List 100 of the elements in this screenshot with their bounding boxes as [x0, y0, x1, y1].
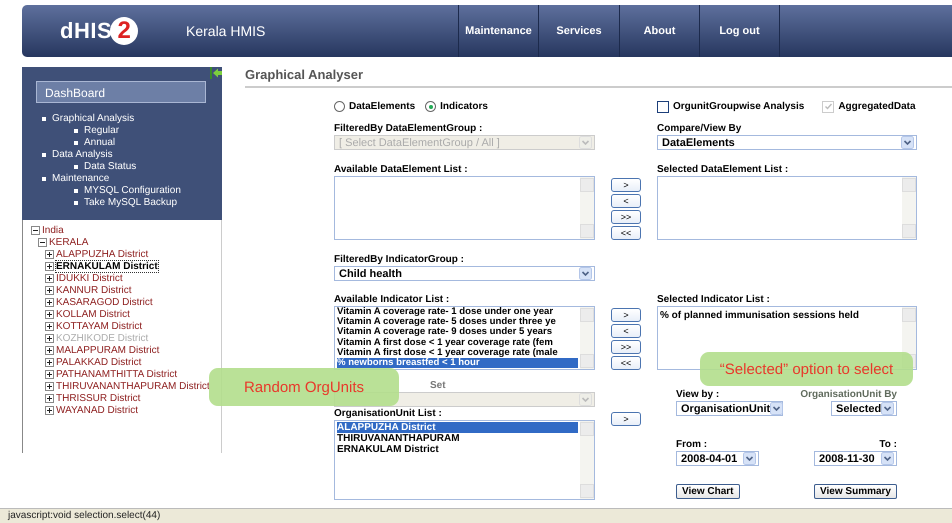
- view-chart-button[interactable]: View Chart: [676, 484, 740, 499]
- tree-item[interactable]: KOLLAM District: [56, 308, 130, 320]
- expand-icon[interactable]: [45, 286, 54, 294]
- tree-item[interactable]: India: [42, 224, 64, 236]
- radio-button[interactable]: [425, 101, 436, 112]
- tree-item[interactable]: PALAKKAD District: [56, 356, 142, 368]
- move-button[interactable]: <<: [611, 226, 641, 240]
- list-item[interactable]: Vitamin A coverage rate- 5 doses under three ye: [337, 317, 578, 328]
- add-button[interactable]: >: [611, 412, 641, 426]
- tree-item[interactable]: KOTTAYAM District: [56, 320, 142, 332]
- tree-item[interactable]: KERALA: [49, 236, 88, 248]
- list-item[interactable]: Vitamin A first dose < 1 year coverage rate (male: [337, 348, 578, 358]
- menu-link[interactable]: Annual: [84, 137, 116, 149]
- list-item[interactable]: % newborns breastfed < 1 hour: [337, 358, 578, 368]
- logo[interactable]: dHIS 2: [60, 17, 150, 45]
- dropdown[interactable]: 2008-04-01: [676, 451, 759, 466]
- collapse-icon[interactable]: [38, 238, 47, 246]
- nav-link[interactable]: About: [619, 5, 699, 57]
- dropdown-caret-icon: [901, 136, 914, 149]
- dashboard-title[interactable]: DashBoard: [36, 81, 206, 103]
- nav-link[interactable]: Services: [538, 5, 619, 57]
- expand-icon[interactable]: [45, 250, 54, 258]
- tree-item[interactable]: WAYANAD District: [56, 404, 138, 416]
- dropdown[interactable]: Child health: [334, 266, 595, 281]
- list-box[interactable]: [334, 306, 595, 370]
- list-item[interactable]: % of planned immunisation sessions held: [660, 310, 900, 321]
- move-button[interactable]: >>: [611, 340, 641, 354]
- dropdown[interactable]: DataElements: [657, 135, 917, 150]
- move-button[interactable]: >: [611, 178, 641, 192]
- radio-button[interactable]: [334, 101, 345, 112]
- list-item[interactable]: THIRUVANANTHAPURAM: [337, 433, 578, 444]
- menu-link[interactable]: Maintenance: [52, 173, 110, 185]
- field-label: Available Indicator List :: [334, 293, 450, 306]
- tree-item[interactable]: PATHANAMTHITTA District: [56, 368, 178, 380]
- menu-link[interactable]: MYSQL Configuration: [84, 185, 181, 197]
- tree-item[interactable]: KASARAGOD District: [56, 296, 153, 308]
- collapse-icon[interactable]: [31, 226, 40, 234]
- dropdown-caret-icon: [579, 136, 592, 149]
- scrollbar[interactable]: [902, 177, 916, 239]
- scrollbar[interactable]: [580, 307, 594, 369]
- tree-item[interactable]: THIRUVANANTHAPURAM District: [56, 380, 210, 392]
- tree-item[interactable]: MALAPPURAM District: [56, 344, 160, 356]
- callout-tooltip: Random OrgUnits: [209, 368, 399, 406]
- list-item[interactable]: Vitamin A coverage rate- 1 dose under one year: [337, 307, 578, 318]
- status-text: javascript:void selection.select(44): [8, 510, 160, 521]
- dropdown[interactable]: Selected: [831, 401, 897, 416]
- expand-icon[interactable]: [45, 370, 54, 378]
- field-label: Compare/View By: [657, 122, 742, 135]
- radio-option[interactable]: DataElements: [334, 101, 416, 112]
- field-label: FilteredBy IndicatorGroup :: [334, 253, 466, 266]
- page-title: Graphical Analyser: [245, 67, 952, 88]
- tree-item[interactable]: KANNUR District: [56, 284, 132, 296]
- move-button[interactable]: >: [611, 308, 641, 322]
- expand-icon[interactable]: [45, 406, 54, 414]
- tree-item[interactable]: ERNAKULAM District: [56, 260, 158, 272]
- dropdown-caret-icon: [881, 452, 894, 465]
- arrow-left-icon[interactable]: [210, 67, 222, 79]
- view-summary-button[interactable]: View Summary: [814, 484, 897, 499]
- list-item[interactable]: Vitamin A coverage rate- 9 doses under 5 years: [337, 327, 578, 338]
- move-button[interactable]: >>: [611, 210, 641, 224]
- menu-link[interactable]: Data Status: [84, 161, 136, 173]
- expand-icon[interactable]: [45, 394, 54, 402]
- nav-link[interactable]: Maintenance: [458, 5, 538, 57]
- tree-item[interactable]: ALAPPUZHA District: [56, 248, 148, 260]
- checkbox-option[interactable]: OrgunitGroupwise Analysis: [657, 100, 804, 112]
- expand-icon[interactable]: [45, 322, 54, 330]
- expand-icon[interactable]: [45, 382, 54, 390]
- expand-icon[interactable]: [45, 298, 54, 306]
- tree-item[interactable]: IDUKKI District: [56, 272, 123, 284]
- expand-icon[interactable]: [45, 358, 54, 366]
- field-label: OrganisationUnit List :: [334, 407, 443, 420]
- menu-link[interactable]: Take MySQL Backup: [84, 197, 178, 209]
- expand-icon[interactable]: [45, 310, 54, 318]
- expand-icon[interactable]: [45, 274, 54, 282]
- move-button[interactable]: <: [611, 194, 641, 208]
- dropdown-caret-icon: [579, 393, 592, 406]
- list-box[interactable]: ALAPPUZHA District THIRUVANANTHAPURAM ERNAKULAM District: [334, 420, 595, 500]
- menu-link[interactable]: Data Analysis: [52, 149, 113, 161]
- menu-link[interactable]: Graphical Analysis: [52, 113, 134, 125]
- radio-option[interactable]: Indicators: [425, 101, 488, 112]
- list-item[interactable]: ERNAKULAM District: [337, 444, 578, 455]
- dropdown-caret-icon: [770, 402, 784, 415]
- scrollbar[interactable]: [580, 177, 594, 239]
- list-item[interactable]: ALAPPUZHA District: [337, 422, 578, 433]
- dropdown[interactable]: 2008-11-30: [814, 451, 897, 466]
- list-item[interactable]: Vitamin A first dose < 1 year coverage rate (fem: [337, 338, 578, 348]
- dropdown-caret-icon: [743, 452, 756, 465]
- move-button[interactable]: <: [611, 324, 641, 338]
- scrollbar[interactable]: [580, 421, 594, 499]
- expand-icon[interactable]: [45, 262, 54, 270]
- field-label: OrganisationUnit By: [800, 388, 897, 401]
- expand-icon[interactable]: [45, 346, 54, 354]
- move-button[interactable]: <<: [611, 356, 641, 370]
- menu-link[interactable]: Regular: [84, 125, 120, 137]
- dropdown[interactable]: OrganisationUnit: [676, 401, 783, 416]
- nav-link[interactable]: Log out: [699, 5, 779, 57]
- tree-item[interactable]: THRISSUR District: [56, 392, 140, 404]
- field-label: Selected DataElement List :: [657, 163, 790, 176]
- field-label: Selected Indicator List :: [657, 293, 771, 306]
- checkbox[interactable]: [657, 100, 669, 112]
